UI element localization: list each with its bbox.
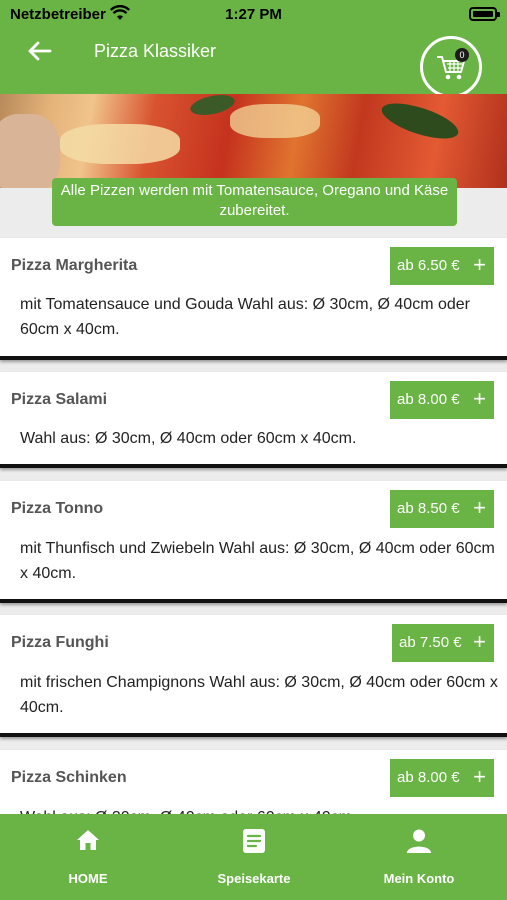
item-description: mit Thunfisch und Zwiebeln Wahl aus: Ø 3… (20, 540, 495, 582)
item-name: Pizza Funghi (11, 634, 109, 651)
add-to-cart-button[interactable]: ab 7.50 € + (392, 624, 494, 662)
tab-menu-label: Speisekarte (217, 871, 291, 886)
menu-document-icon (243, 829, 265, 853)
price-label: ab 8.50 € (397, 500, 460, 517)
user-icon (407, 829, 431, 853)
info-banner: Alle Pizzen werden mit Tomatensauce, Ore… (52, 178, 457, 226)
plus-icon: + (473, 764, 486, 789)
bottom-tab-bar: HOME Speisekarte Mein Konto (0, 814, 507, 900)
item-name: Pizza Margherita (11, 257, 138, 274)
app-header: Pizza Klassiker 0 (0, 28, 507, 98)
page-title: Pizza Klassiker (94, 41, 217, 61)
plus-icon: + (473, 252, 486, 277)
price-label: ab 8.00 € (397, 391, 460, 408)
tab-home-label: HOME (68, 871, 108, 886)
item-description: mit frischen Champignons Wahl aus: Ø 30c… (20, 674, 498, 716)
back-button[interactable] (22, 36, 58, 66)
add-to-cart-button[interactable]: ab 8.00 € + (390, 381, 494, 419)
item-name: Pizza Salami (11, 391, 108, 408)
add-to-cart-button[interactable]: ab 6.50 € + (390, 247, 494, 285)
tab-menu[interactable]: Speisekarte (194, 814, 314, 900)
add-to-cart-button[interactable]: ab 8.00 € + (390, 759, 494, 797)
arrow-left-icon (28, 41, 52, 61)
plus-icon: + (473, 386, 486, 411)
tab-home[interactable]: HOME (28, 814, 148, 900)
hero-pizza-image (0, 94, 507, 188)
item-description: Wahl aus: Ø 30cm, Ø 40cm oder 60cm x 40c… (20, 430, 357, 447)
menu-item-card[interactable]: Pizza Salami ab 8.00 € + Wahl aus: Ø 30c… (0, 372, 507, 468)
status-bar: Netzbetreiber 1:27 PM (0, 0, 507, 28)
home-icon (77, 830, 99, 850)
tab-account-label: Mein Konto (383, 871, 455, 886)
cart-button[interactable]: 0 (420, 36, 482, 98)
tab-account[interactable]: Mein Konto (359, 814, 479, 900)
menu-item-card[interactable]: Pizza Tonno ab 8.50 € + mit Thunfisch un… (0, 481, 507, 603)
price-label: ab 7.50 € (399, 634, 462, 651)
plus-icon: + (473, 495, 486, 520)
status-time: 1:27 PM (225, 6, 282, 23)
item-description: mit Tomatensauce und Gouda Wahl aus: Ø 3… (20, 296, 470, 338)
plus-icon: + (473, 629, 486, 654)
battery-icon (469, 7, 500, 21)
item-name: Pizza Tonno (11, 500, 104, 517)
add-to-cart-button[interactable]: ab 8.50 € + (390, 490, 494, 528)
menu-item-card[interactable]: Pizza Margherita ab 6.50 € + mit Tomaten… (0, 238, 507, 360)
price-label: ab 8.00 € (397, 769, 460, 786)
menu-item-card[interactable]: Pizza Funghi ab 7.50 € + mit frischen Ch… (0, 615, 507, 737)
item-name: Pizza Schinken (11, 769, 127, 786)
cart-count-badge: 0 (455, 48, 469, 62)
price-label: ab 6.50 € (397, 257, 460, 274)
